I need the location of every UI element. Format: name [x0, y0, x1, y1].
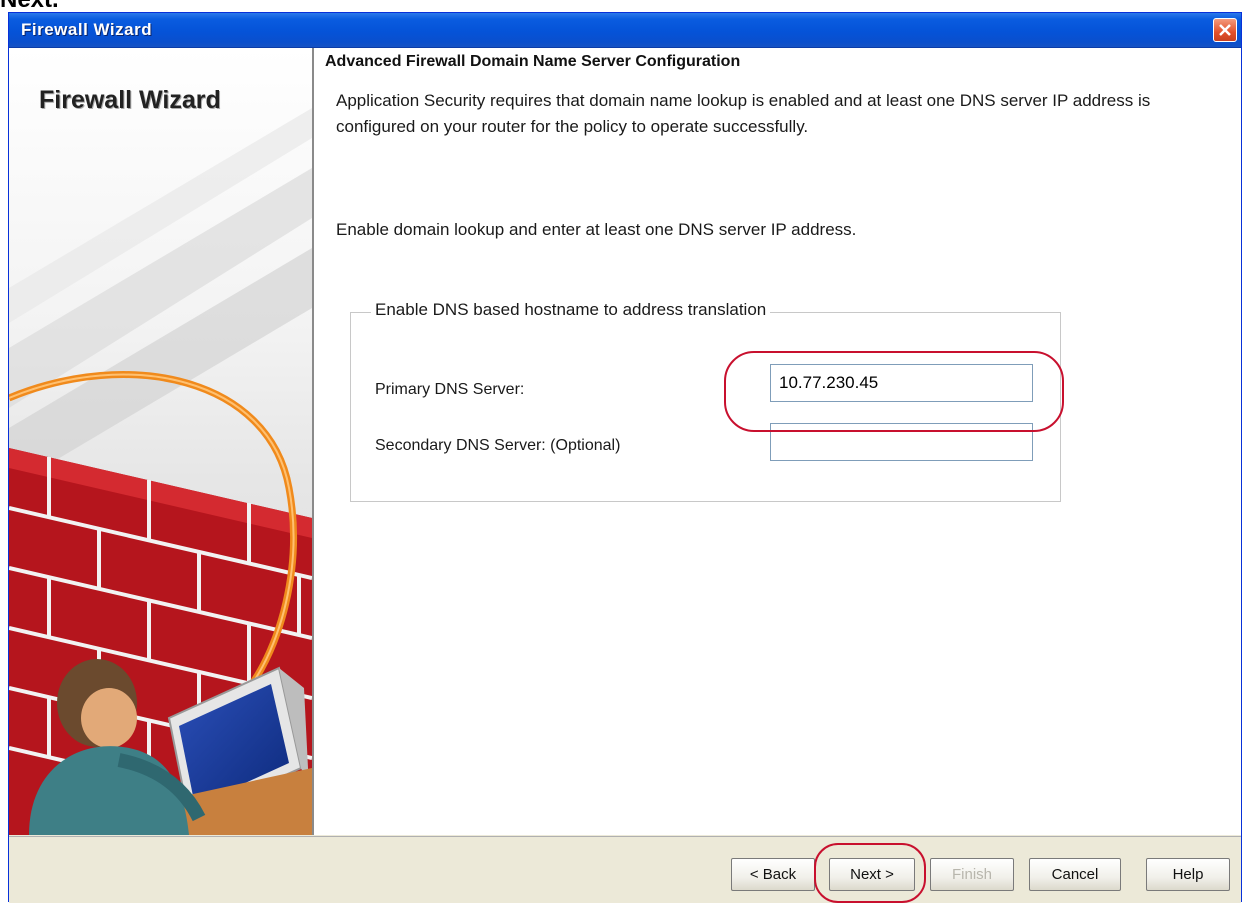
- close-icon: [1219, 24, 1231, 36]
- description-text: Application Security requires that domai…: [336, 91, 1151, 136]
- page-heading: Advanced Firewall Domain Name Server Con…: [325, 53, 741, 70]
- wizard-main-panel: Advanced Firewall Domain Name Server Con…: [314, 48, 1241, 835]
- window-title: Firewall Wizard: [21, 20, 153, 39]
- instruction-text: Enable domain lookup and enter at least …: [336, 220, 857, 239]
- primary-dns-label: Primary DNS Server:: [375, 381, 525, 398]
- help-button[interactable]: Help: [1146, 858, 1230, 891]
- finish-button[interactable]: Finish: [930, 858, 1014, 891]
- wizard-side-panel: Firewall Wizard: [9, 48, 314, 835]
- back-button[interactable]: < Back: [731, 858, 815, 891]
- primary-dns-input[interactable]: [770, 364, 1033, 402]
- dns-group-box: Enable DNS based hostname to address tra…: [350, 300, 1061, 502]
- wizard-content: Firewall Wizard Advanced Firewall Domain…: [9, 48, 1241, 835]
- side-panel-title: Firewall Wizard: [39, 86, 221, 114]
- wizard-button-bar: < Back Next > Finish Cancel Help: [9, 836, 1241, 903]
- close-button[interactable]: [1213, 18, 1237, 42]
- next-button[interactable]: Next >: [829, 858, 915, 891]
- secondary-dns-input[interactable]: [770, 423, 1033, 461]
- title-bar[interactable]: Firewall Wizard: [9, 13, 1241, 48]
- firewall-wizard-window: Firewall Wizard Firewall Wizard Advanced…: [8, 12, 1242, 903]
- cancel-button[interactable]: Cancel: [1029, 858, 1121, 891]
- secondary-dns-label: Secondary DNS Server: (Optional): [375, 437, 621, 454]
- firewall-illustration: [9, 48, 312, 835]
- dns-group-label: Enable DNS based hostname to address tra…: [371, 300, 771, 320]
